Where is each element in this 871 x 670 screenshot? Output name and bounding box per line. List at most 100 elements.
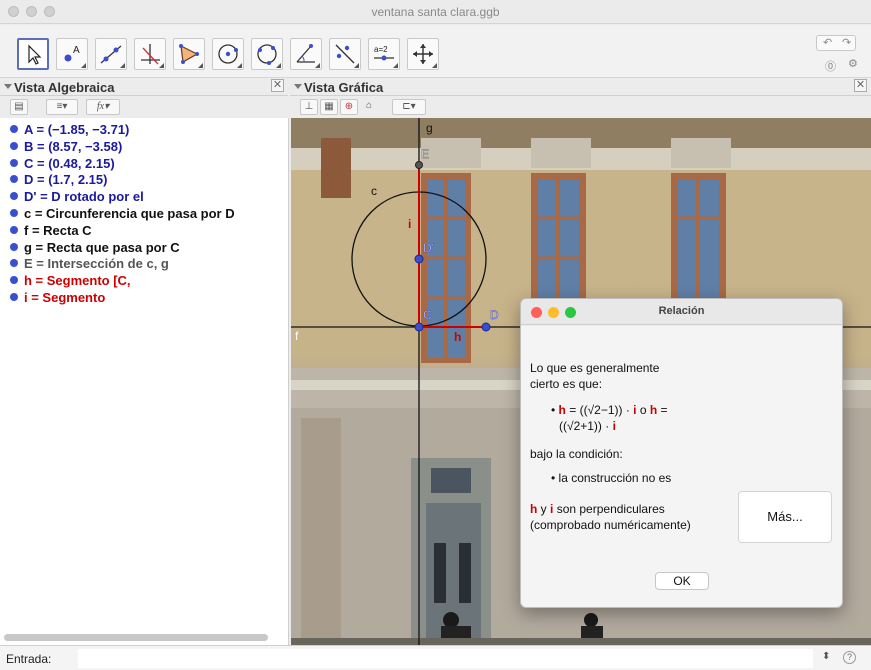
- algebra-item[interactable]: i = Segmento: [10, 290, 105, 305]
- relation-dialog: Relación Lo que es generalmente cierto e…: [520, 298, 843, 608]
- algebra-item[interactable]: C = (0.48, 2.15): [10, 156, 115, 171]
- algebra-item[interactable]: E = Intersección de c, g: [10, 256, 169, 271]
- polygon-tool-button[interactable]: [173, 38, 205, 70]
- algebra-item[interactable]: f = Recta C: [10, 223, 92, 238]
- toggle-axes-button[interactable]: ⊥: [300, 99, 318, 115]
- point-E[interactable]: [415, 161, 423, 169]
- algebra-item-text: i = Segmento: [24, 290, 106, 305]
- dialog-condition: • la construcción no es: [551, 471, 672, 485]
- input-label: Entrada:: [6, 652, 52, 666]
- perpendicular-line-tool-button[interactable]: [134, 38, 166, 70]
- line-tool-button[interactable]: [95, 38, 127, 70]
- help-circle-icon[interactable]: ⓪: [825, 58, 836, 74]
- algebra-item-text: D' = D rotado por el: [24, 189, 144, 205]
- dialog-titlebar: Relación: [521, 299, 842, 325]
- slider-tool-button[interactable]: a=2: [368, 38, 400, 70]
- graphics-style-bar: ⊥ ▦ ⊕ ⌂ ⊏▾: [290, 96, 871, 118]
- dialog-body: Lo que es generalmente cierto es que: • …: [521, 326, 842, 607]
- algebra-item[interactable]: h = Segmento [C,: [10, 273, 131, 288]
- dialog-line2: cierto es que:: [530, 377, 603, 391]
- toolbar: A a=2 ↶ ↷ ⓪ ⚙: [0, 25, 871, 78]
- history-stepper-icon[interactable]: ⬍: [822, 651, 830, 662]
- algebra-item-text: D = (1.7, 2.15): [24, 172, 108, 188]
- redo-icon[interactable]: ↷: [842, 36, 851, 49]
- point-D[interactable]: [481, 322, 491, 332]
- collapse-triangle-icon[interactable]: [294, 84, 302, 89]
- visibility-toggle-icon[interactable]: [10, 276, 18, 285]
- more-button[interactable]: Más...: [738, 491, 832, 543]
- input-help-icon[interactable]: ?: [843, 651, 856, 664]
- arrow-icon: [28, 44, 42, 65]
- point-tool-button[interactable]: A: [56, 38, 88, 70]
- dialog-line1: Lo que es generalmente: [530, 361, 660, 375]
- visibility-toggle-icon[interactable]: [10, 192, 18, 201]
- visibility-toggle-icon[interactable]: [10, 209, 18, 217]
- visibility-toggle-icon[interactable]: [10, 242, 18, 251]
- point-capturing-button[interactable]: ⊕: [340, 99, 358, 115]
- move-tool-button[interactable]: [17, 38, 49, 70]
- visibility-toggle-icon[interactable]: [10, 141, 18, 150]
- label-i: i: [408, 217, 411, 231]
- label-D-prime: D': [423, 241, 434, 255]
- horizontal-scrollbar[interactable]: [4, 634, 268, 641]
- algebra-item-text: g = Recta que pasa por C: [24, 239, 180, 255]
- algebra-style-bar: ▤ ≡▾ fx▾: [0, 96, 288, 118]
- svg-text:a=2: a=2: [374, 45, 388, 54]
- home-icon[interactable]: ⌂: [362, 99, 376, 115]
- visibility-toggle-icon[interactable]: [10, 125, 18, 133]
- visibility-toggle-icon[interactable]: [10, 225, 18, 234]
- visibility-toggle-icon[interactable]: [10, 158, 18, 167]
- ok-button[interactable]: OK: [655, 572, 709, 590]
- fx-button[interactable]: fx▾: [86, 99, 120, 115]
- formula-line1: • h = ((√2−1)) · i o h =: [551, 403, 668, 417]
- label-c: c: [371, 184, 377, 198]
- dialog-bajo: bajo la condición:: [530, 447, 623, 461]
- algebra-view-title: Vista Algebraica: [14, 80, 115, 95]
- algebra-item-text: B = (8.57, −3.58): [24, 138, 123, 154]
- collapse-triangle-icon[interactable]: [4, 84, 12, 89]
- algebra-item[interactable]: c = Circunferencia que pasa por D: [10, 206, 235, 221]
- algebra-item[interactable]: D' = D rotado por el: [10, 189, 144, 204]
- reflect-tool-button[interactable]: [329, 38, 361, 70]
- perpendicular-line1: h y i son perpendiculares: [530, 502, 665, 516]
- close-algebra-view-button[interactable]: ✕: [271, 79, 284, 92]
- graphics-view-title: Vista Gráfica: [304, 80, 384, 95]
- circle-three-points-tool-button[interactable]: [251, 38, 283, 70]
- visibility-toggle-icon[interactable]: [10, 259, 18, 268]
- algebra-item[interactable]: g = Recta que pasa por C: [10, 240, 180, 255]
- gear-icon[interactable]: ⚙: [848, 57, 858, 70]
- formula-line2: ((√2+1)) · i: [559, 419, 616, 433]
- algebra-item[interactable]: B = (8.57, −3.58): [10, 139, 122, 154]
- undo-redo-group: ↶ ↷: [816, 35, 856, 51]
- visibility-toggle-icon[interactable]: [10, 293, 18, 301]
- window-title: ventana santa clara.ggb: [371, 5, 500, 19]
- move-graphics-view-tool-button[interactable]: [407, 38, 439, 70]
- algebra-item[interactable]: A = (−1.85, −3.71): [10, 122, 129, 137]
- label-E: E: [421, 147, 429, 161]
- label-D: D: [490, 308, 499, 322]
- label-C: C: [423, 308, 432, 322]
- algebra-item-text: E = Intersección de c, g: [24, 256, 169, 272]
- label-g: g: [426, 121, 433, 135]
- input-bar: Entrada: ⬍ ?: [0, 645, 871, 670]
- point-C[interactable]: [414, 322, 424, 332]
- geogebra-window: ventana santa clara.ggb A a=2 ↶ ↷ ⓪ ⚙ Vi…: [0, 0, 871, 670]
- point-D-prime[interactable]: [414, 254, 424, 264]
- angle-tool-button[interactable]: [290, 38, 322, 70]
- algebra-view-header: Vista Algebraica ✕: [0, 78, 288, 96]
- graphics-view-header: Vista Gráfica ✕: [290, 78, 871, 96]
- undo-icon[interactable]: ↶: [823, 36, 832, 49]
- close-graphics-view-button[interactable]: ✕: [854, 79, 867, 92]
- visibility-toggle-icon[interactable]: [10, 175, 18, 184]
- circle-center-tool-button[interactable]: [212, 38, 244, 70]
- graphics-settings-button[interactable]: ⊏▾: [392, 99, 426, 115]
- algebra-list: A = (−1.85, −3.71) B = (8.57, −3.58) C = (…: [0, 118, 289, 645]
- algebra-item-text: C = (0.48, 2.15): [24, 155, 115, 171]
- input-field[interactable]: [78, 649, 813, 668]
- toggle-grid-button[interactable]: ▦: [320, 99, 338, 115]
- svg-text:A: A: [73, 45, 80, 56]
- dialog-title: Relación: [658, 305, 705, 317]
- toggle-auxiliary-button[interactable]: ▤: [10, 99, 28, 115]
- algebra-item[interactable]: D = (1.7, 2.15): [10, 172, 107, 187]
- sort-by-button[interactable]: ≡▾: [46, 99, 78, 115]
